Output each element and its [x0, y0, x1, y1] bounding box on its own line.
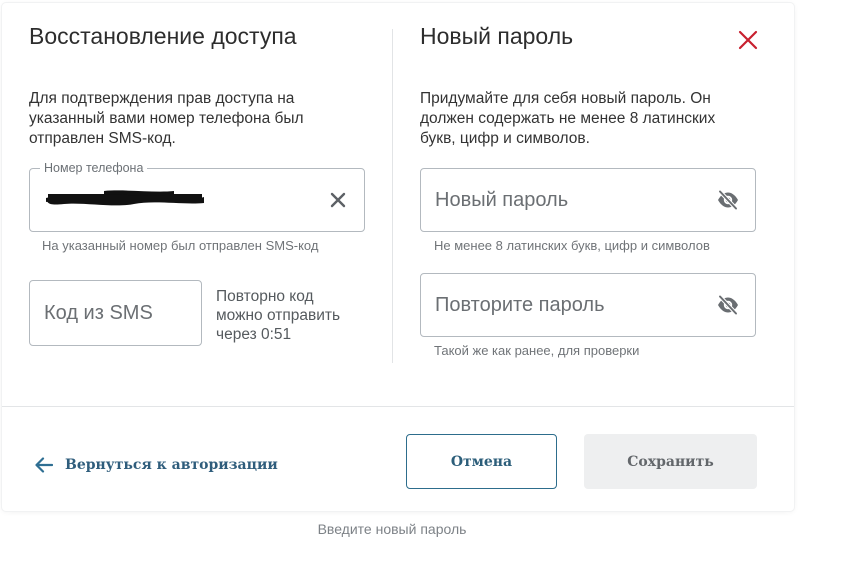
clear-phone-icon[interactable] — [330, 192, 346, 208]
new-password-placeholder: Новый пароль — [435, 189, 569, 211]
access-recovery-title: Восстановление доступа — [29, 23, 297, 49]
eye-off-icon[interactable] — [716, 189, 740, 211]
repeat-password-placeholder: Повторите пароль — [435, 294, 605, 316]
page-caption: Введите новый пароль — [317, 521, 467, 537]
phone-field[interactable]: Номер телефона — [29, 160, 365, 232]
sms-code-placeholder: Код из SMS — [44, 302, 153, 324]
repeat-password-hint: Такой же как ранее, для проверки — [434, 343, 640, 358]
resend-timer-text: Повторно код можно отправить через 0:51 — [216, 288, 341, 343]
password-recovery-dialog: Восстановление доступа Для подтверждения… — [2, 3, 794, 511]
arrow-left-icon — [35, 457, 53, 473]
new-password-description: Придумайте для себя новый пароль. Он дол… — [420, 90, 716, 147]
new-password-hint: Не менее 8 латинских букв, цифр и символ… — [434, 238, 710, 253]
masked-phone-value — [46, 190, 204, 206]
new-password-title: Новый пароль — [420, 23, 574, 49]
back-to-login-link[interactable]: Вернуться к авторизации — [35, 454, 278, 476]
eye-off-icon[interactable] — [716, 294, 740, 316]
close-icon[interactable] — [735, 27, 761, 53]
sms-code-input[interactable]: Код из SMS — [29, 280, 202, 346]
footer-divider — [2, 406, 794, 407]
cancel-button[interactable]: Отмена — [406, 434, 557, 489]
new-password-input[interactable]: Новый пароль — [420, 168, 756, 232]
back-to-login-label: Вернуться к авторизации — [65, 457, 278, 473]
access-recovery-description: Для подтверждения прав доступа на указан… — [29, 90, 304, 147]
save-button[interactable]: Сохранить — [584, 434, 757, 489]
phone-field-hint: На указанный номер был отправлен SMS-код — [42, 238, 319, 253]
phone-field-legend: Номер телефона — [40, 160, 148, 176]
repeat-password-input[interactable]: Повторите пароль — [420, 273, 756, 337]
column-divider — [392, 29, 393, 363]
